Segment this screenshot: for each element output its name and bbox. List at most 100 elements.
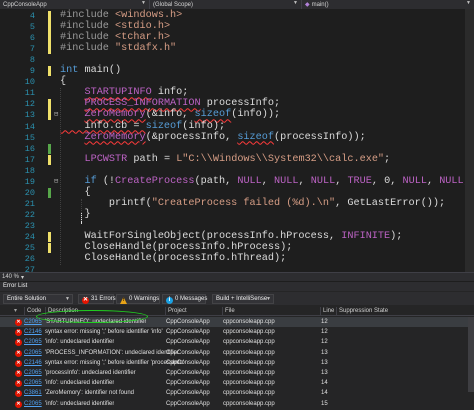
code-token: #include: [60, 32, 116, 44]
code-line[interactable]: STARTUPINFO info;: [60, 87, 188, 98]
code-line[interactable]: CloseHandle(processInfo.hThread);: [60, 253, 286, 264]
code-token: , 0,: [371, 175, 403, 187]
error-project: CppConsoleApp: [166, 349, 210, 356]
line-number-gutter: 4 5 6 7 8 9 10 11 12 13 14 15 16 17 18 19 20 21 22 23 24 25 26…: [0, 9, 46, 272]
code-token: "CreateProcess failed (%d).\n": [151, 197, 336, 209]
code-token: );: [390, 231, 403, 242]
error-code[interactable]: C2065: [24, 378, 42, 388]
code-line[interactable]: LPCWSTR path = L"C:\\Windows\\System32\\…: [60, 154, 390, 165]
column-header-code[interactable]: Code: [24, 307, 41, 315]
code-token: {: [60, 186, 91, 198]
error-code[interactable]: C2065: [24, 337, 42, 347]
error-row[interactable]: ✕ C2065 'PROCESS_INFORMATION': undeclared …: [0, 348, 474, 358]
code-line[interactable]: }: [60, 209, 90, 220]
code-token: CreateProcess: [115, 175, 195, 187]
code-token: ,: [335, 175, 348, 187]
column-header-file[interactable]: File: [222, 307, 235, 315]
code-token: {: [60, 76, 67, 88]
scope-dropdown-label: (Global Scope): [153, 1, 194, 8]
code-line[interactable]: #include <tchar.h>: [60, 32, 170, 43]
warnings-filter-label: 0 Warnings: [129, 296, 160, 302]
error-code[interactable]: C2065: [24, 348, 42, 358]
code-token: if: [84, 175, 97, 187]
collapse-toggle-icon[interactable]: ⊟: [54, 177, 58, 185]
code-token: info;: [151, 87, 189, 99]
line-number: 9: [29, 66, 35, 77]
line-number: 8: [29, 55, 35, 66]
code-line[interactable]: ZeroMemory(&info, sizeof(info));: [60, 109, 280, 120]
code-token: processInfo;: [200, 98, 281, 110]
line-number: 23: [24, 220, 35, 231]
project-dropdown[interactable]: CppConsoleApp ▼: [0, 0, 150, 9]
code-line[interactable]: printf("CreateProcess failed (%d).\n", G…: [60, 198, 445, 209]
code-line[interactable]: if (!CreateProcess(path, NULL, NULL, NUL…: [60, 176, 474, 187]
errors-filter-button[interactable]: ✕ 31 Errors: [78, 294, 116, 304]
warnings-filter-button[interactable]: ! 0 Warnings: [116, 294, 160, 304]
column-header-project[interactable]: Project: [165, 307, 187, 315]
change-indicator: [48, 11, 51, 55]
error-row[interactable]: ✕ C2146 syntax error: missing ';' before i…: [0, 358, 474, 368]
error-code[interactable]: C3861: [24, 388, 42, 398]
error-row[interactable]: ✕ C2065'info': undeclared identifier CppCo…: [0, 378, 474, 388]
column-header-description[interactable]: Description: [45, 307, 78, 315]
error-list-scrollbar[interactable]: [468, 317, 474, 392]
error-code[interactable]: C2065: [24, 317, 42, 327]
code-line[interactable]: WaitForSingleObject(processInfo.hProcess…: [60, 231, 402, 242]
zoom-level[interactable]: 140 %: [2, 274, 19, 280]
code-line[interactable]: {: [60, 76, 66, 87]
line-number: 13: [24, 110, 35, 121]
code-token: info.cb =: [60, 120, 146, 132]
error-row[interactable]: ✕ C3861 'ZeroMemory': identifier not found…: [0, 388, 474, 398]
code-line[interactable]: PROCESS_INFORMATION processInfo;: [60, 98, 280, 109]
error-code[interactable]: C2146: [24, 327, 42, 337]
error-row[interactable]: ✕ C2146 syntax error: missing ';' before i…: [0, 327, 474, 337]
error-icon: ✕: [15, 380, 22, 388]
code-line[interactable]: #include "stdafx.h": [60, 43, 176, 54]
code-line[interactable]: CloseHandle(processInfo.hProcess);: [60, 242, 292, 253]
line-number: 6: [29, 33, 35, 44]
collapse-toggle-icon[interactable]: ⊟: [54, 110, 58, 118]
build-filter-dropdown[interactable]: Build + IntelliSense ▼: [212, 294, 274, 304]
line-number: 16: [24, 143, 35, 154]
messages-filter-button[interactable]: i0 Messages: [162, 294, 207, 304]
code-token: CloseHandle(processInfo.hThread);: [60, 253, 287, 265]
member-dropdown[interactable]: ◆ main() ▼: [302, 0, 474, 9]
code-line[interactable]: #include <windows.h>: [60, 10, 182, 21]
column-header-suppression-state[interactable]: Suppression State: [336, 307, 388, 315]
line-number: 26: [24, 254, 35, 265]
chevron-down-icon: ▼: [293, 0, 298, 6]
scope-filter-label: Entire Solution: [7, 296, 47, 302]
error-icon: ✕: [15, 339, 22, 347]
code-line[interactable]: {: [60, 186, 91, 198]
line-number: 4: [29, 11, 35, 21]
error-row[interactable]: ✕ C2065 'STARTUPINFO': undeclared identifi…: [0, 317, 474, 327]
code-line[interactable]: #include <stdio.h>: [60, 21, 170, 32]
code-token: (&info,: [145, 109, 195, 121]
code-editor[interactable]: 4 5 6 7 8 9 10 11 12 13 14 15 16 17 18 19 20 21 22 23 24 25 26…: [0, 9, 474, 272]
error-code[interactable]: C2065: [24, 399, 42, 409]
column-header-line[interactable]: Line: [320, 307, 334, 315]
scope-dropdown[interactable]: (Global Scope) ▼: [150, 0, 302, 9]
error-row[interactable]: ✕ C2065'info': undeclared identifier CppCo…: [0, 399, 474, 409]
error-line: 14: [321, 380, 328, 387]
code-line[interactable]: info.cb = sizeof(info);: [60, 121, 225, 132]
zoom-dropdown-icon[interactable]: ▾: [21, 274, 24, 281]
scope-filter-dropdown[interactable]: Entire Solution ▼: [3, 294, 73, 304]
code-token: (info);: [182, 120, 226, 132]
error-code[interactable]: C2146: [24, 358, 42, 368]
error-row[interactable]: ✕ C2065'info': undeclared identifier CppCo…: [0, 337, 474, 347]
error-code[interactable]: C2065: [24, 368, 42, 378]
filter-icon[interactable]: ▾: [14, 307, 17, 315]
editor-vertical-scrollbar[interactable]: [465, 9, 474, 272]
code-token: <stdio.h>: [115, 21, 171, 33]
error-list-toolbar: Entire Solution ▼ ✕ 31 Errors ! 0 Warnings…: [0, 292, 474, 305]
error-desc: 'processInfo': undeclared identifier: [45, 370, 136, 376]
chevron-down-icon: ▼: [141, 0, 146, 6]
error-row[interactable]: ✕ C2065'processInfo': undeclared identifi…: [0, 368, 474, 378]
code-token: int: [60, 65, 79, 77]
code-line[interactable]: int main(): [60, 65, 121, 76]
code-token: STARTUPINFO: [84, 87, 152, 99]
code-line[interactable]: ZeroMemory(&processInfo, sizeof(processI…: [60, 132, 365, 143]
